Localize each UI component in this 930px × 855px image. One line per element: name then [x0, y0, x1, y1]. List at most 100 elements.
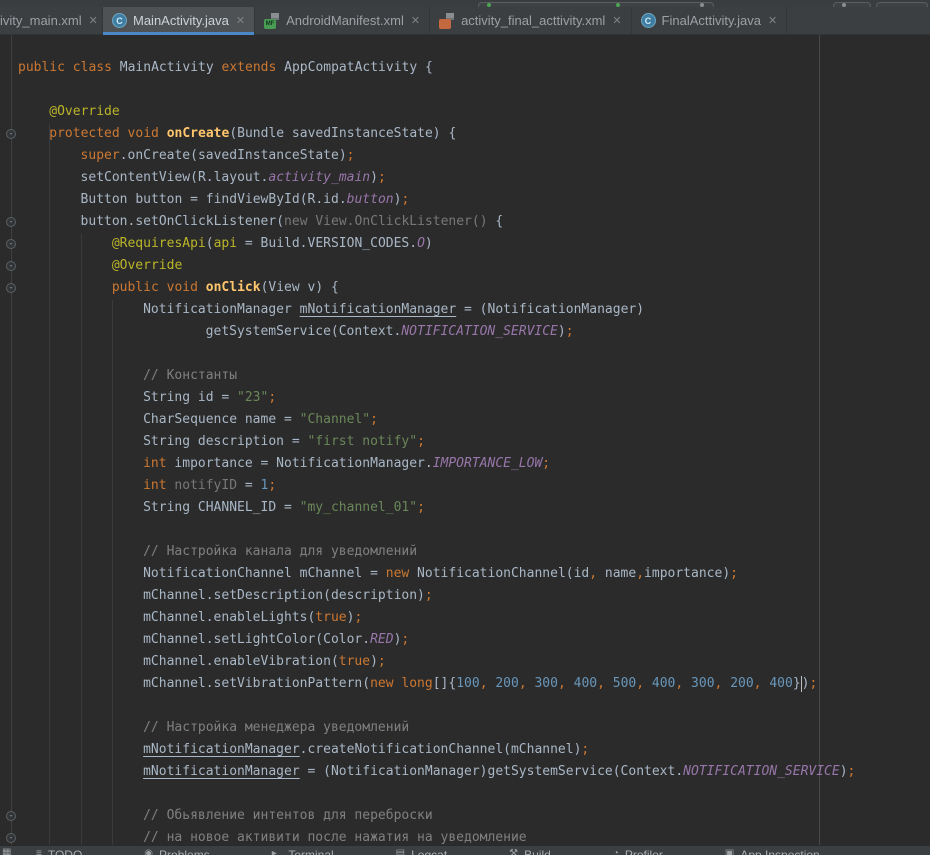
code-line[interactable]: public void onClick(View v) { [18, 277, 930, 299]
code-line[interactable]: @Override [18, 255, 930, 277]
fold-marker-icon[interactable]: - [6, 217, 16, 227]
code-token: 300 [691, 676, 714, 691]
code-line[interactable] [18, 519, 930, 541]
tool-window-button-profiler[interactable]: ◔Profiler [613, 848, 663, 855]
code-token: mNotificationManager [300, 302, 457, 317]
code-line[interactable] [18, 79, 930, 101]
code-token: "first notify" [307, 434, 417, 449]
code-line[interactable]: // Настройка менеджера уведомлений [18, 717, 930, 739]
tool-window-button-terminal[interactable]: ▸_Terminal [272, 848, 334, 855]
code-token: ; [268, 390, 276, 405]
close-icon[interactable]: ✕ [411, 14, 420, 27]
tab-label: MainActivity.java [133, 13, 229, 28]
code-line[interactable]: NotificationChannel mChannel = new Notif… [18, 563, 930, 585]
code-line[interactable]: String description = "first notify"; [18, 431, 930, 453]
code-line[interactable]: mChannel.enableLights(true); [18, 607, 930, 629]
fold-marker-icon[interactable]: - [6, 261, 16, 271]
tool-window-button-label: Problems [159, 848, 210, 855]
code-token: ; [848, 764, 856, 779]
code-token: "23" [237, 390, 268, 405]
code-token: 400 [769, 676, 792, 691]
code-area[interactable]: public class MainActivity extends AppCom… [18, 57, 930, 845]
code-token: void [167, 280, 198, 295]
code-token: = Build.VERSION_CODES. [237, 236, 417, 251]
fold-marker-icon[interactable]: - [6, 833, 16, 843]
code-token: activity_main [268, 170, 370, 185]
code-token: ; [354, 610, 362, 625]
code-line[interactable]: Button button = findViewById(R.id.button… [18, 189, 930, 211]
code-token: true [315, 610, 346, 625]
code-line[interactable]: mChannel.setDescription(description); [18, 585, 930, 607]
code-token: .createNotificationChannel(mChannel) [300, 742, 582, 757]
code-token: extends [222, 60, 277, 75]
code-line[interactable]: CharSequence name = "Channel"; [18, 409, 930, 431]
code-line[interactable]: String CHANNEL_ID = "my_channel_01"; [18, 497, 930, 519]
tool-window-button-app-inspection[interactable]: ▣App Inspection [725, 848, 820, 855]
code-token: , [636, 566, 644, 581]
tool-window-button-problems[interactable]: ◉Problems [144, 848, 209, 855]
code-line[interactable]: super.onCreate(savedInstanceState); [18, 145, 930, 167]
editor-tab-MainActivity.java[interactable]: CMainActivity.java✕ [103, 7, 255, 34]
code-token [605, 676, 613, 691]
code-token: onCreate [167, 126, 230, 141]
code-token: , [754, 676, 762, 691]
profiler-icon: ◔ [613, 848, 619, 855]
code-line[interactable]: mNotificationManager.createNotificationC… [18, 739, 930, 761]
code-line[interactable]: String id = "23"; [18, 387, 930, 409]
code-token: CharSequence name = [143, 412, 300, 427]
fold-marker-icon[interactable]: - [6, 129, 16, 139]
code-token: .onCreate(savedInstanceState) [120, 148, 347, 163]
code-line[interactable] [18, 783, 930, 805]
main-toolbar[interactable] [0, 0, 930, 7]
code-line[interactable]: // Настройка канала для уведомлений [18, 541, 930, 563]
tool-window-button-logcat[interactable]: ▤Logcat [396, 848, 447, 855]
code-token: int [143, 478, 166, 493]
code-token: public [112, 280, 159, 295]
tool-window-corner-icon[interactable]: ▦ [2, 847, 11, 855]
code-line[interactable]: // на новое активити после нажатия на ув… [18, 827, 930, 845]
code-line[interactable]: button.setOnClickListener(new View.OnCli… [18, 211, 930, 233]
code-line[interactable]: mChannel.setVibrationPattern(new long[]{… [18, 673, 930, 695]
code-line[interactable]: public class MainActivity extends AppCom… [18, 57, 930, 79]
code-line[interactable]: setContentView(R.layout.activity_main); [18, 167, 930, 189]
close-icon[interactable]: ✕ [612, 14, 621, 27]
code-line[interactable]: @RequiresApi(api = Build.VERSION_CODES.O… [18, 233, 930, 255]
code-line[interactable]: // Обьявление интентов для переброски [18, 805, 930, 827]
code-token: name [597, 566, 636, 581]
code-editor[interactable]: public class MainActivity extends AppCom… [0, 35, 930, 845]
tool-window-button-build[interactable]: ⚒Build [509, 848, 551, 855]
close-icon[interactable]: ✕ [236, 14, 245, 27]
editor-tab-FinalActtivity.java[interactable]: CFinalActtivity.java✕ [632, 7, 788, 34]
code-line[interactable] [18, 343, 930, 365]
code-line[interactable]: protected void onCreate(Bundle savedInst… [18, 123, 930, 145]
code-line[interactable]: NotificationManager mNotificationManager… [18, 299, 930, 321]
editor-tab-activity_final_acttivity.xml[interactable]: activity_final_acttivity.xml ✕ [430, 7, 631, 34]
code-token: ; [542, 456, 550, 471]
code-line[interactable]: // Константы [18, 365, 930, 387]
close-icon[interactable]: ✕ [768, 14, 777, 27]
code-line[interactable]: int importance = NotificationManager.IMP… [18, 453, 930, 475]
code-token: 200 [495, 676, 518, 691]
code-token: ; [347, 148, 355, 163]
fold-marker-icon[interactable]: - [6, 811, 16, 821]
code-line[interactable]: getSystemService(Context.NOTIFICATION_SE… [18, 321, 930, 343]
fold-marker-icon[interactable]: - [6, 239, 16, 249]
code-line[interactable] [18, 695, 930, 717]
code-token: notifyID [174, 478, 237, 493]
code-token: IMPORTANCE_LOW [433, 456, 543, 471]
code-line[interactable]: @Override [18, 101, 930, 123]
code-line[interactable]: int notifyID = 1; [18, 475, 930, 497]
close-icon[interactable]: ✕ [89, 14, 98, 27]
code-line[interactable]: mChannel.enableVibration(true); [18, 651, 930, 673]
editor-tab-ivity_main.xml[interactable]: ivity_main.xml✕ [0, 7, 103, 34]
code-token: super [81, 148, 120, 163]
tool-window-button-todo[interactable]: ≡TODO [36, 848, 82, 855]
code-line[interactable]: mNotificationManager = (NotificationMana… [18, 761, 930, 783]
code-token: Button button = findViewById(R.id. [81, 192, 347, 207]
tool-window-button-label: App Inspection [740, 848, 819, 855]
fold-marker-icon[interactable]: - [6, 283, 16, 293]
code-token: String CHANNEL_ID = [143, 500, 300, 515]
code-line[interactable]: mChannel.setLightColor(Color.RED); [18, 629, 930, 651]
editor-tab-AndroidManifest.xml[interactable]: MFAndroidManifest.xml✕ [255, 7, 430, 34]
tab-label: activity_final_acttivity.xml [461, 13, 605, 28]
